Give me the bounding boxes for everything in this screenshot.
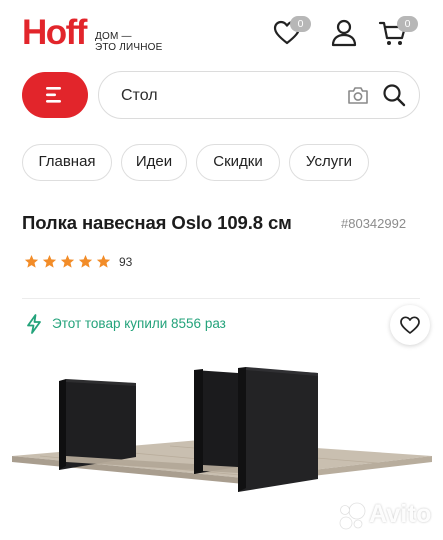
catalog-menu-button[interactable] [22, 72, 88, 118]
menu-icon [46, 87, 61, 103]
star-icon [42, 254, 57, 268]
logo-tagline: ДОМ — ЭТО ЛИЧНОЕ [95, 31, 165, 53]
user-icon [331, 19, 357, 47]
avito-logo-icon [339, 502, 366, 530]
favorites-count-badge: 0 [290, 16, 311, 32]
logo-tagline-line1: ДОМ — [95, 31, 132, 42]
heart-icon [400, 316, 420, 334]
product-title: Полка навесная Oslo 109.8 см [22, 212, 292, 233]
star-icon [78, 254, 93, 268]
avito-watermark-text: Avito [369, 500, 432, 528]
search-field[interactable]: Стол [98, 71, 420, 119]
header: Hoff ДОМ — ЭТО ЛИЧНОЕ 0 0 [0, 0, 443, 66]
divider [22, 298, 420, 299]
bought-count-text: Этот товар купили 8556 раз [52, 316, 226, 331]
star-icon [24, 254, 39, 268]
search-icon[interactable] [382, 83, 406, 107]
profile-button[interactable] [330, 18, 360, 48]
cart-count-badge: 0 [397, 16, 418, 32]
chip-ideas[interactable]: Идеи [121, 144, 187, 181]
chip-discounts[interactable]: Скидки [196, 144, 280, 181]
logo-tagline-line2: ЭТО ЛИЧНОЕ [95, 42, 163, 53]
logo-wordmark: Hoff [22, 13, 87, 52]
search-input[interactable]: Стол [121, 87, 158, 105]
product-article: #80342992 [341, 216, 407, 231]
rating-count[interactable]: 93 [119, 255, 132, 269]
star-icon [96, 254, 111, 268]
lightning-icon [27, 314, 41, 334]
add-to-favorites-button[interactable] [390, 305, 430, 345]
camera-icon[interactable] [347, 85, 369, 105]
chip-services[interactable]: Услуги [289, 144, 369, 181]
chip-home[interactable]: Главная [22, 144, 112, 181]
star-icon [60, 254, 75, 268]
